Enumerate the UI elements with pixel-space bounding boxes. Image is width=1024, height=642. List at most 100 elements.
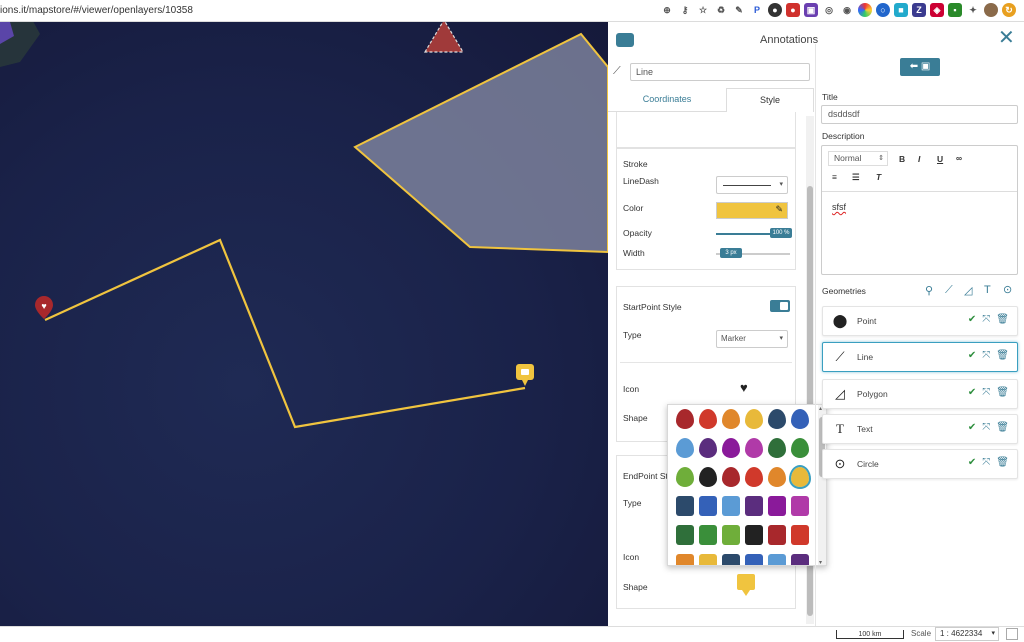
opacity-value[interactable]: 100 % xyxy=(770,228,792,238)
red-extension-icon[interactable]: ● xyxy=(786,3,800,17)
marker-swatch[interactable] xyxy=(699,496,717,516)
marker-swatch[interactable] xyxy=(699,554,717,565)
marker-swatch[interactable] xyxy=(699,525,717,545)
check-icon[interactable]: ✔ xyxy=(968,314,976,325)
marker-swatch[interactable] xyxy=(768,525,786,545)
tab-coordinates[interactable]: Coordinates xyxy=(608,88,726,112)
underline-icon[interactable]: U xyxy=(937,154,943,164)
footer-toggle[interactable] xyxy=(1006,628,1018,640)
check-icon[interactable]: ✔ xyxy=(968,457,976,468)
startpoint-type-select[interactable]: Marker ▾ xyxy=(716,330,788,348)
p-extension-icon[interactable]: P xyxy=(750,3,764,17)
geometry-item-text[interactable]: T Text ✔ ⤧ 🗑 xyxy=(822,414,1018,444)
color-extension-icon[interactable] xyxy=(858,3,872,17)
close-icon[interactable]: ✕ xyxy=(998,28,1015,48)
marker-swatch[interactable] xyxy=(791,554,809,565)
check-icon[interactable]: ✔ xyxy=(968,387,976,398)
format-select[interactable]: Normal ⇕ xyxy=(828,151,888,166)
add-polygon-icon[interactable]: ◿ xyxy=(964,284,972,297)
trash-icon[interactable]: 🗑 xyxy=(996,457,1009,468)
blue-extension-icon[interactable]: ○ xyxy=(876,3,890,17)
trash-icon[interactable]: 🗑 xyxy=(996,350,1009,361)
add-marker-icon[interactable]: ⚲ xyxy=(925,284,933,297)
key-icon[interactable]: ⚷ xyxy=(678,3,692,17)
title-input[interactable]: dsddsdf xyxy=(821,105,1018,124)
trash-icon[interactable]: 🗑 xyxy=(996,387,1009,398)
zoom-icon[interactable]: ⤧ xyxy=(982,422,990,433)
marker-swatch[interactable] xyxy=(791,438,809,458)
bold-icon[interactable]: B xyxy=(899,154,905,164)
marker-swatch[interactable] xyxy=(699,467,717,487)
marker-swatch[interactable] xyxy=(789,465,811,489)
marker-swatch[interactable] xyxy=(699,438,717,458)
marker-swatch[interactable] xyxy=(676,554,694,565)
geometry-item-polygon[interactable]: ◿ Polygon ✔ ⤧ 🗑 xyxy=(822,379,1018,409)
marker-swatch[interactable] xyxy=(722,496,740,516)
marker-swatch[interactable] xyxy=(676,438,694,458)
marker-swatch[interactable] xyxy=(768,554,786,565)
link-icon[interactable]: ∞ xyxy=(956,153,962,163)
marker-palette[interactable]: ▴ ▾ xyxy=(667,404,827,566)
address-bar[interactable]: ions.it/mapstore/#/viewer/openlayers/103… xyxy=(0,5,193,16)
marker-swatch[interactable] xyxy=(768,467,786,487)
eyedropper-icon[interactable]: ✎ xyxy=(732,3,746,17)
description-text[interactable]: sfsf xyxy=(832,202,846,212)
zoom-icon[interactable]: ⤧ xyxy=(982,350,990,361)
camera-extension-icon[interactable]: ◉ xyxy=(840,3,854,17)
avatar[interactable] xyxy=(984,3,998,17)
marker-swatch[interactable] xyxy=(676,496,694,516)
globe-extension-icon[interactable]: ◎ xyxy=(822,3,836,17)
recycle-icon[interactable]: ♻ xyxy=(714,3,728,17)
dark-extension-icon[interactable]: ● xyxy=(768,3,782,17)
puzzle-icon[interactable]: ✦ xyxy=(966,3,980,17)
clear-format-icon[interactable]: T xyxy=(876,172,881,182)
badge-extension-icon[interactable]: ▣ xyxy=(804,3,818,17)
marker-swatch[interactable] xyxy=(768,409,786,429)
marker-swatch[interactable] xyxy=(745,409,763,429)
marker-swatch[interactable] xyxy=(722,409,740,429)
map-canvas[interactable]: ♥ xyxy=(0,22,608,626)
marker-swatch[interactable] xyxy=(676,525,694,545)
geometry-item-line[interactable]: ⟋ Line ✔ ⤧ 🗑 xyxy=(822,342,1018,372)
marker-swatch[interactable] xyxy=(745,496,763,516)
cyan-extension-icon[interactable]: ■ xyxy=(894,3,908,17)
marker-swatch[interactable] xyxy=(722,554,740,565)
marker-swatch[interactable] xyxy=(676,467,694,487)
back-save-buttons[interactable]: ⬅ ▣ xyxy=(900,58,940,76)
trash-icon[interactable]: 🗑 xyxy=(996,422,1009,433)
marker-swatch[interactable] xyxy=(745,467,763,487)
geometry-item-point[interactable]: ⬤ Point ✔ ⤧ 🗑 xyxy=(822,306,1018,336)
heart-icon[interactable]: ♥ xyxy=(740,380,748,395)
map-viewport[interactable]: ♥ xyxy=(0,22,608,626)
marker-swatch[interactable] xyxy=(791,496,809,516)
end-camera-marker[interactable] xyxy=(516,364,534,386)
map-triangle[interactable] xyxy=(423,22,465,53)
check-icon[interactable]: ✔ xyxy=(968,350,976,361)
update-icon[interactable]: ↻ xyxy=(1002,3,1016,17)
italic-icon[interactable]: I xyxy=(918,154,920,164)
map-polygon[interactable] xyxy=(353,32,608,254)
marker-swatch[interactable] xyxy=(676,409,694,429)
endpoint-shape-preview[interactable] xyxy=(737,574,755,590)
marker-swatch[interactable] xyxy=(791,525,809,545)
check-icon[interactable]: ✔ xyxy=(968,422,976,433)
trash-icon[interactable]: 🗑 xyxy=(996,314,1009,325)
zoom-icon[interactable]: ⤧ xyxy=(982,314,990,325)
marker-swatch[interactable] xyxy=(768,496,786,516)
marker-swatch[interactable] xyxy=(722,438,740,458)
marker-swatch[interactable] xyxy=(745,554,763,565)
geometry-item-circle[interactable]: ⊙ Circle ✔ ⤧ 🗑 xyxy=(822,449,1018,479)
shield-extension-icon[interactable]: ◈ xyxy=(930,3,944,17)
marker-swatch[interactable] xyxy=(791,409,809,429)
marker-swatch[interactable] xyxy=(745,438,763,458)
add-line-icon[interactable]: ⟋ xyxy=(945,284,953,297)
ordered-list-icon[interactable]: ≡ xyxy=(832,172,837,182)
star-icon[interactable]: ☆ xyxy=(696,3,710,17)
z-extension-icon[interactable]: Z xyxy=(912,3,926,17)
add-circle-icon[interactable]: ⊙ xyxy=(1003,283,1012,296)
width-value[interactable]: 3 px xyxy=(720,248,742,258)
map-line[interactable] xyxy=(44,238,526,429)
scale-select[interactable]: 1 : 4622334 ▾ xyxy=(935,627,999,641)
tab-style[interactable]: Style xyxy=(726,88,814,112)
marker-swatch[interactable] xyxy=(699,409,717,429)
